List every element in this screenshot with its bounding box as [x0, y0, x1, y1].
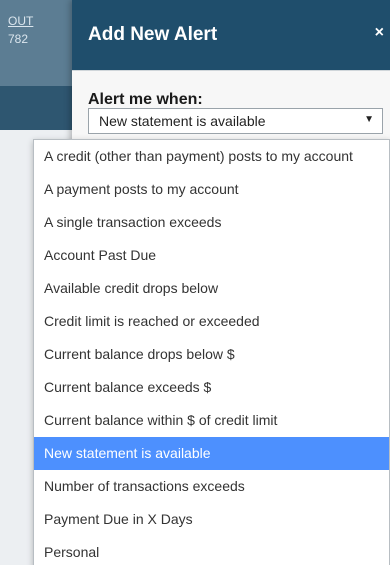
- dropdown-option[interactable]: Current balance drops below $: [34, 338, 389, 371]
- background-nav-band: [0, 86, 72, 130]
- dropdown-option[interactable]: Credit limit is reached or exceeded: [34, 305, 389, 338]
- viewport: OUT 782 Add New Alert × Alert me when: N…: [0, 0, 390, 565]
- dropdown-option[interactable]: A payment posts to my account: [34, 173, 389, 206]
- alert-type-dropdown-list: A credit (other than payment) posts to m…: [33, 139, 390, 565]
- dropdown-option[interactable]: Current balance within $ of credit limit: [34, 404, 389, 437]
- background-account-number: 782: [8, 32, 29, 46]
- close-icon[interactable]: ×: [375, 24, 384, 42]
- background-logout-link[interactable]: OUT: [8, 14, 33, 28]
- dropdown-option[interactable]: A credit (other than payment) posts to m…: [34, 140, 389, 173]
- dropdown-option[interactable]: Payment Due in X Days: [34, 503, 389, 536]
- dropdown-option[interactable]: Available credit drops below: [34, 272, 389, 305]
- dropdown-option[interactable]: Account Past Due: [34, 239, 389, 272]
- alert-me-when-label: Alert me when:: [88, 91, 203, 108]
- dropdown-option-selected[interactable]: New statement is available: [34, 437, 389, 470]
- dropdown-option[interactable]: Current balance exceeds $: [34, 371, 389, 404]
- dropdown-option[interactable]: Number of transactions exceeds: [34, 470, 389, 503]
- dropdown-option[interactable]: Personal: [34, 536, 389, 565]
- dropdown-option[interactable]: A single transaction exceeds: [34, 206, 389, 239]
- modal-header: Add New Alert ×: [72, 0, 390, 71]
- alert-type-select[interactable]: New statement is available ▼: [88, 108, 383, 134]
- alert-type-select-value: New statement is available: [99, 113, 266, 129]
- chevron-down-icon: ▼: [364, 114, 374, 125]
- modal-title: Add New Alert: [88, 24, 218, 45]
